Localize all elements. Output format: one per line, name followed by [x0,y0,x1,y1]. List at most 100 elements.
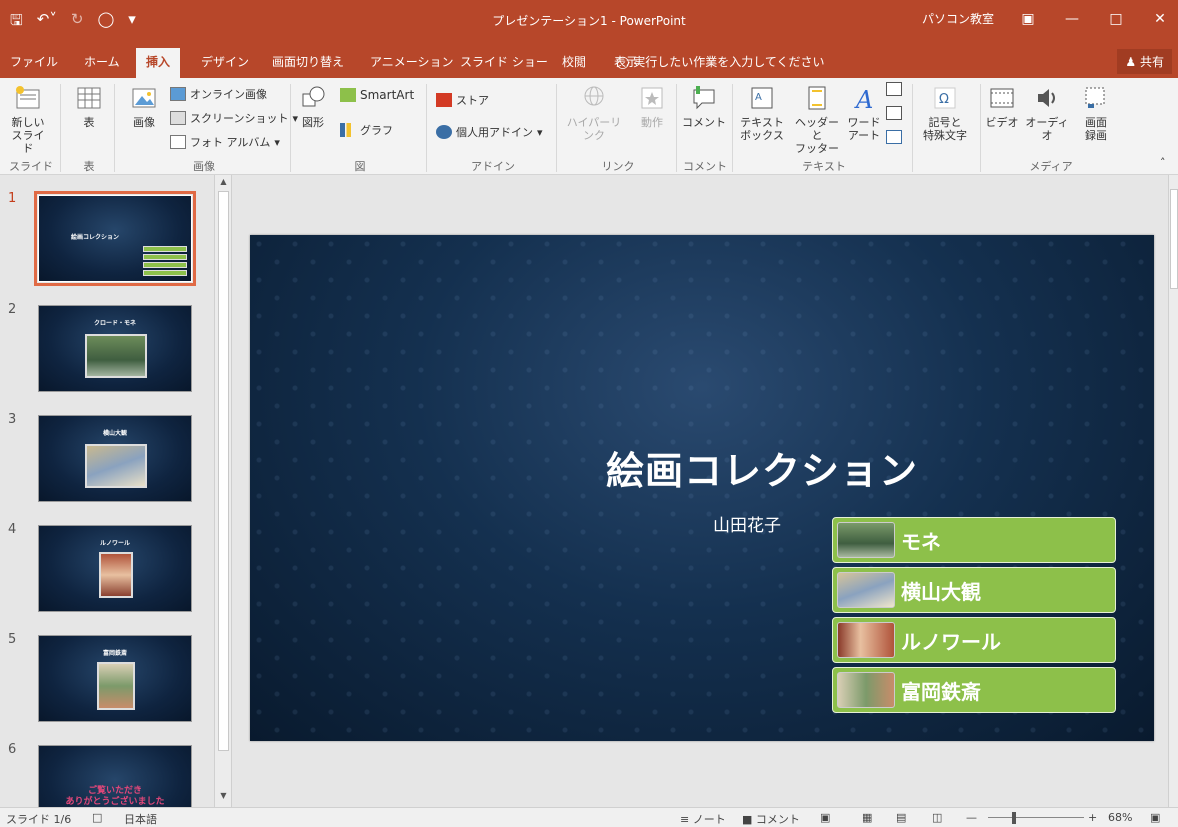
tell-me-box[interactable]: ◯ 実行したい作業を入力してください [616,53,825,70]
scroll-thumb[interactable] [1170,189,1178,289]
tab-file[interactable]: ファイル [10,53,58,70]
screenshot-button[interactable]: スクリーンショット ▾ [170,110,298,126]
title-bar: 🖫 ↶˅ ↻ ◯ ▾ プレゼンテーション1 - PowerPoint パソコン教… [0,0,1178,44]
tab-transitions[interactable]: 画面切り替え [272,53,344,70]
reading-view-icon[interactable]: ▤ [896,811,906,824]
spell-check-icon[interactable]: □ [92,811,102,824]
shapes-button[interactable]: 図形 [296,84,330,129]
table-label: 表 [83,116,95,129]
online-image-button[interactable]: オンライン画像 [170,86,267,102]
minimize-icon[interactable]: — [1062,11,1082,27]
thumb-painting-renoir [99,552,133,598]
notes-button[interactable]: ≡ ノート [680,811,726,827]
share-label: 共有 [1139,55,1164,69]
date-time-button[interactable] [886,82,902,96]
new-slide-button[interactable]: 新しい スライド [8,84,48,155]
scroll-up-icon[interactable]: ▲ [218,177,229,189]
photo-album-button[interactable]: フォト アルバム ▾ [170,134,280,150]
smartart-item-label: ルノワール [901,630,1001,654]
screen-record-button[interactable]: 画面 録画 [1076,84,1116,142]
smartart-item[interactable]: 横山大観 [832,567,1116,613]
tab-design[interactable]: デザイン [201,53,249,70]
collapse-ribbon-icon[interactable]: ˄ [1160,156,1166,169]
slide-thumbnail-6[interactable]: ご覧いただき ありがとうございました [38,745,192,807]
comment-icon [693,86,715,110]
action-button[interactable]: 動作 [636,84,668,129]
group-separator [980,84,981,172]
normal-view-icon[interactable]: ▣ [820,811,830,824]
slide-thumbnail-1[interactable]: 絵画コレクション [34,191,196,286]
online-image-icon [170,87,186,101]
scroll-down-icon[interactable]: ▼ [218,791,229,803]
object-button[interactable] [886,130,902,144]
group-label-text: テキスト [802,160,846,173]
slide-thumbnail-4[interactable]: ルノワール [38,525,192,612]
wordart-button[interactable]: A ワード アート [846,84,882,142]
slide-sorter-icon[interactable]: ▦ [862,811,872,824]
thumbnail-scrollbar[interactable]: ▲ ▼ [214,175,231,807]
ribbon-tabs: ファイル ホーム 挿入 デザイン 画面切り替え アニメーション スライド ショー… [0,44,1178,78]
user-name[interactable]: パソコン教室 [922,10,994,27]
smartart-item[interactable]: 富岡鉄斎 [832,667,1116,713]
smartart-item[interactable]: モネ [832,517,1116,563]
video-button[interactable]: ビデオ [984,84,1020,129]
tab-slideshow[interactable]: スライド ショー [460,53,548,70]
smartart-label: SmartArt [360,88,415,102]
chart-button[interactable]: グラフ [340,122,393,138]
photo-album-icon [170,135,186,149]
tab-insert[interactable]: 挿入 [136,48,181,78]
language-indicator[interactable]: 日本語 [124,811,157,827]
smartart-button[interactable]: SmartArt [340,88,414,102]
chart-label: グラフ [360,124,393,137]
audio-button[interactable]: オーディオ [1022,84,1072,142]
svg-text:A: A [854,86,873,112]
smartart-item-label: 横山大観 [901,580,981,604]
hyperlink-button[interactable]: ハイパーリンク [562,84,626,142]
current-slide[interactable]: 絵画コレクション 山田花子 モネ 横山大観 ルノワール 富岡鉄斎 [250,235,1154,741]
slide-title[interactable]: 絵画コレクション [250,440,1154,495]
zoom-out-icon[interactable]: — [966,811,977,824]
slide-number-button[interactable] [886,106,902,120]
slide-thumbnail-5[interactable]: 富岡鉄斎 [38,635,192,722]
shapes-label: 図形 [302,116,324,129]
group-separator [114,84,115,172]
maximize-icon[interactable]: □ [1106,11,1126,27]
svg-text:A: A [755,92,762,103]
my-addins-button[interactable]: 個人用アドイン ▾ [436,124,543,140]
close-icon[interactable]: ✕ [1150,11,1170,27]
store-label: ストア [456,94,489,107]
thumb-title: 横山大観 [102,430,127,437]
scroll-thumb[interactable] [218,191,229,751]
comments-button[interactable]: ■ コメント [742,811,800,827]
zoom-level[interactable]: 68% [1108,811,1132,824]
tab-review[interactable]: 校閲 [562,53,586,70]
zoom-slider[interactable] [988,817,1084,818]
textbox-button[interactable]: A テキスト ボックス [738,84,786,142]
slideshow-view-icon[interactable]: ◫ [932,811,942,824]
slide-thumbnail-2[interactable]: クロード・モネ [38,305,192,392]
thumb-smartart-row [143,254,187,260]
zoom-in-icon[interactable]: + [1088,811,1097,824]
thumb-painting-monet [85,334,147,378]
smartart-icon [340,88,356,102]
zoom-slider-thumb[interactable] [1012,812,1016,824]
slide-number-icon [886,106,902,120]
slide-thumbnail-3[interactable]: 横山大観 [38,415,192,502]
fit-to-window-icon[interactable]: ▣ [1150,811,1160,824]
group-separator [426,84,427,172]
tab-animations[interactable]: アニメーション [370,53,454,70]
header-footer-button[interactable]: ヘッダーと フッター [790,84,844,155]
slide-vertical-scrollbar[interactable] [1168,175,1178,807]
ribbon-display-options-icon[interactable]: ▣ [1018,11,1038,27]
store-button[interactable]: ストア [436,92,489,108]
photo-album-label: フォト アルバム [190,136,271,149]
comment-button[interactable]: コメント [682,84,726,129]
smartart-item[interactable]: ルノワール [832,617,1116,663]
image-button[interactable]: 画像 [124,84,164,129]
comment-bubble-icon: ■ [742,813,753,826]
tab-home[interactable]: ホーム [84,53,120,70]
share-button[interactable]: ♟ 共有 [1117,49,1172,74]
video-label: ビデオ [985,116,1019,129]
symbols-button[interactable]: Ω 記号と 特殊文字 [914,84,976,142]
table-button[interactable]: 表 [72,84,106,129]
